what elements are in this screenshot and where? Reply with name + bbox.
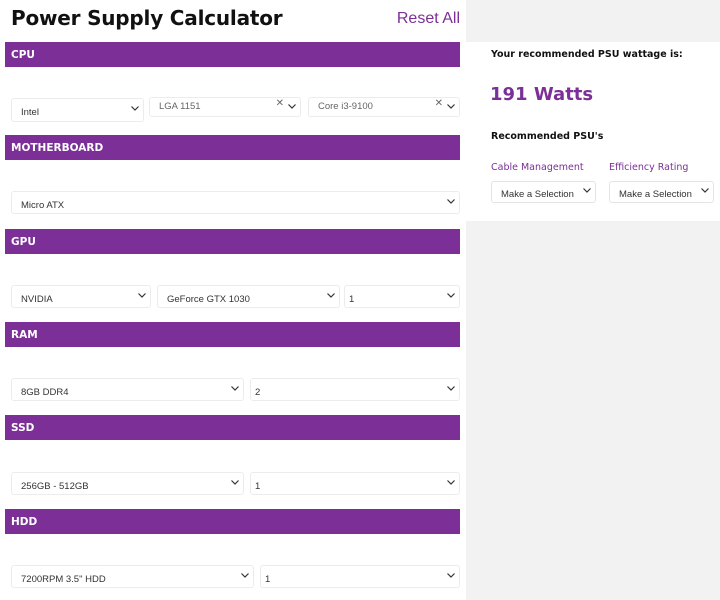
- cpu-brand-select[interactable]: Intel: [11, 98, 144, 122]
- hdd-type-value: 7200RPM 3.5" HDD: [21, 574, 106, 585]
- gpu-brand-select[interactable]: NVIDIA: [11, 285, 151, 308]
- section-header-ram: RAM: [5, 322, 460, 347]
- efficiency-rating-value: Make a Selection: [619, 189, 692, 200]
- cable-management-label: Cable Management: [491, 162, 584, 173]
- hdd-count-value: 1: [265, 574, 271, 585]
- clear-icon[interactable]: ✕: [276, 99, 284, 109]
- chevron-down-icon: [447, 293, 455, 298]
- gpu-model-select[interactable]: GeForce GTX 1030: [157, 285, 340, 308]
- ssd-size-select[interactable]: 256GB - 512GB: [11, 472, 244, 495]
- motherboard-form-factor-value: Micro ATX: [21, 200, 65, 211]
- calculator-form: Power Supply Calculator Reset All CPU In…: [0, 0, 466, 600]
- ram-count-select[interactable]: 2: [250, 378, 460, 401]
- ssd-size-value: 256GB - 512GB: [21, 481, 89, 492]
- chevron-down-icon: [447, 386, 455, 391]
- cpu-brand-value: Intel: [21, 107, 39, 118]
- chevron-down-icon: [131, 106, 139, 111]
- section-header-hdd: HDD: [5, 509, 460, 534]
- ram-type-select[interactable]: 8GB DDR4: [11, 378, 244, 401]
- cable-management-value: Make a Selection: [501, 189, 574, 200]
- recommended-wattage-value: 191 Watts: [490, 84, 594, 105]
- cpu-socket-select[interactable]: LGA 1151 ✕: [149, 97, 301, 117]
- gpu-count-select[interactable]: 1: [344, 285, 460, 308]
- chevron-down-icon: [700, 185, 710, 195]
- chevron-down-icon: [447, 104, 455, 109]
- gpu-count-value: 1: [349, 294, 355, 305]
- efficiency-rating-label: Efficiency Rating: [609, 162, 689, 173]
- recommended-wattage-label: Your recommended PSU wattage is:: [491, 49, 683, 60]
- chevron-down-icon: [231, 386, 239, 391]
- hdd-type-select[interactable]: 7200RPM 3.5" HDD: [11, 565, 254, 588]
- reset-all-link[interactable]: Reset All: [397, 10, 460, 28]
- ram-count-value: 2: [255, 387, 261, 398]
- cpu-model-value: Core i3-9100: [318, 101, 373, 112]
- section-header-ssd: SSD: [5, 415, 460, 440]
- cpu-model-select[interactable]: Core i3-9100 ✕: [308, 97, 460, 117]
- cable-management-select[interactable]: Make a Selection: [491, 181, 596, 203]
- chevron-down-icon: [447, 199, 455, 204]
- chevron-down-icon: [447, 480, 455, 485]
- chevron-down-icon: [327, 293, 335, 298]
- section-header-motherboard: MOTHERBOARD: [5, 135, 460, 160]
- ssd-count-value: 1: [255, 481, 261, 492]
- ram-type-value: 8GB DDR4: [21, 387, 69, 398]
- chevron-down-icon: [138, 293, 146, 298]
- clear-icon[interactable]: ✕: [435, 99, 443, 109]
- chevron-down-icon: [447, 573, 455, 578]
- section-header-cpu: CPU: [5, 42, 460, 67]
- recommended-psu-heading: Recommended PSU's: [491, 131, 604, 142]
- section-header-gpu: GPU: [5, 229, 460, 254]
- hdd-count-select[interactable]: 1: [260, 565, 460, 588]
- chevron-down-icon: [288, 104, 296, 109]
- page-title: Power Supply Calculator: [11, 6, 283, 30]
- cpu-socket-value: LGA 1151: [159, 101, 201, 112]
- motherboard-form-factor-select[interactable]: Micro ATX: [11, 191, 460, 214]
- chevron-down-icon: [241, 573, 249, 578]
- efficiency-rating-select[interactable]: Make a Selection: [609, 181, 714, 203]
- gpu-brand-value: NVIDIA: [21, 294, 53, 305]
- gpu-model-value: GeForce GTX 1030: [167, 294, 250, 305]
- chevron-down-icon: [582, 185, 592, 195]
- results-panel: Your recommended PSU wattage is: 191 Wat…: [466, 0, 720, 600]
- chevron-down-icon: [231, 480, 239, 485]
- ssd-count-select[interactable]: 1: [250, 472, 460, 495]
